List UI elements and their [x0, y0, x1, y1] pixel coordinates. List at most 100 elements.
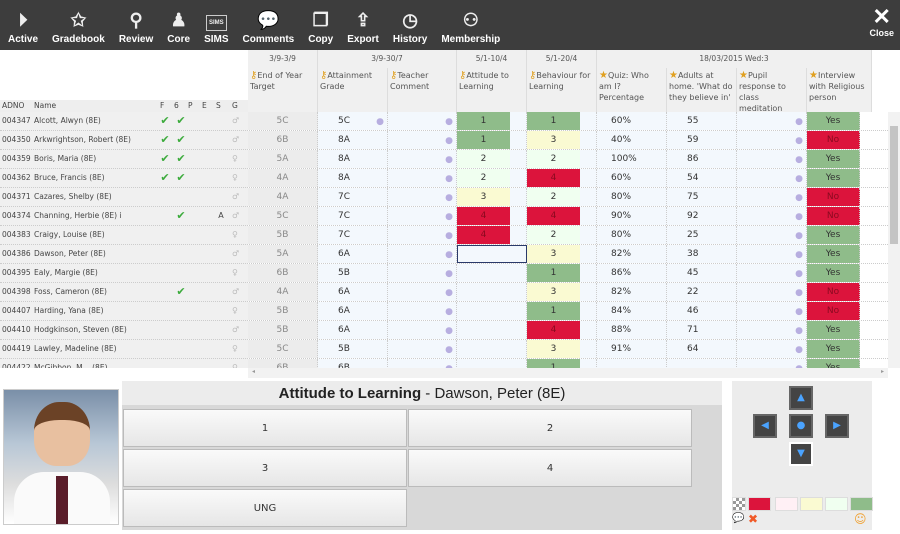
behaviour-cell[interactable]: 4 [527, 169, 597, 187]
toolbar-export-button[interactable]: ⇪ Export [347, 8, 379, 50]
attitude-cell[interactable]: 4 [457, 226, 527, 244]
option-3-button[interactable]: 3 [123, 449, 407, 487]
attitude-cell[interactable]: 4 [457, 207, 527, 225]
interview-cell[interactable]: Yes [807, 340, 860, 358]
attitude-cell[interactable] [457, 264, 527, 282]
meditation-cell[interactable]: ● [737, 283, 807, 301]
table-row[interactable]: 004374 Channing, Herbie (8E) i ✔ A ♂ 5C 7C ● 4… [0, 207, 888, 226]
behaviour-cell[interactable]: 1 [527, 264, 597, 282]
column-header[interactable]: ★Adults at home. 'What do they believe i… [667, 68, 737, 112]
toolbar-gradebook-button[interactable]: ✩ Gradebook [52, 8, 105, 50]
meditation-cell[interactable]: ● [737, 359, 807, 368]
comment-icon[interactable]: ● [795, 265, 803, 283]
attainment-cell[interactable]: 5B [318, 340, 388, 358]
attitude-cell[interactable]: 1 [457, 112, 527, 130]
meditation-cell[interactable]: ● [737, 302, 807, 320]
attitude-cell[interactable]: 2 [457, 150, 527, 168]
comment-icon[interactable]: ● [445, 189, 453, 207]
option-2-button[interactable]: 2 [408, 409, 692, 447]
meditation-cell[interactable]: ● [737, 169, 807, 187]
target-cell[interactable]: 4A [248, 169, 318, 187]
comment-icon[interactable]: ● [445, 151, 453, 169]
quiz-cell[interactable]: 91% [597, 340, 667, 358]
comment-icon[interactable]: ● [795, 360, 803, 368]
adults-cell[interactable]: 54 [667, 169, 737, 187]
meditation-cell[interactable]: ● [737, 207, 807, 225]
column-header[interactable]: ⚷Behaviour for Learning [527, 68, 597, 112]
adults-cell[interactable]: 55 [667, 112, 737, 130]
student-name[interactable]: Bruce, Francis (8E) [34, 169, 105, 187]
attitude-cell[interactable] [457, 283, 527, 301]
comment-icon[interactable]: ● [795, 151, 803, 169]
interview-cell[interactable]: No [807, 302, 860, 320]
comment-icon[interactable]: ● [445, 341, 453, 359]
target-cell[interactable]: 4A [248, 283, 318, 301]
toolbar-core-button[interactable]: ♟ Core [167, 8, 190, 50]
behaviour-cell[interactable]: 1 [527, 302, 597, 320]
adults-cell[interactable]: 92 [667, 207, 737, 225]
attainment-cell[interactable]: 7C [318, 188, 388, 206]
target-cell[interactable]: 5B [248, 321, 318, 339]
attitude-cell[interactable] [457, 245, 527, 263]
table-row[interactable]: 004419 Lawley, Madeline (8E) ♀ 5C 5B ● 3 91% 64… [0, 340, 888, 359]
behaviour-cell[interactable]: 2 [527, 226, 597, 244]
comment-cell[interactable]: ● [388, 302, 457, 320]
adults-cell[interactable] [667, 359, 737, 368]
attainment-cell[interactable]: 8A [318, 131, 388, 149]
behaviour-cell[interactable]: 4 [527, 321, 597, 339]
table-row[interactable]: 004383 Craigy, Louise (8E) ♀ 5B 7C ● 4 2 80% 25 ●… [0, 226, 888, 245]
swatch-red[interactable] [748, 497, 771, 511]
comment-icon[interactable]: ● [445, 170, 453, 188]
behaviour-cell[interactable]: 2 [527, 150, 597, 168]
toolbar-sims-button[interactable]: SIMS SIMS [204, 10, 229, 50]
comment-icon[interactable]: ● [445, 284, 453, 302]
adults-cell[interactable]: 25 [667, 226, 737, 244]
delete-icon[interactable]: ✖ [748, 512, 758, 526]
student-name[interactable]: Alcott, Alwyn (8E) [34, 112, 101, 130]
interview-cell[interactable]: Yes [807, 359, 860, 368]
adults-cell[interactable]: 38 [667, 245, 737, 263]
comment-icon[interactable]: ● [445, 265, 453, 283]
quiz-cell[interactable]: 82% [597, 245, 667, 263]
table-row[interactable]: 004398 Foss, Cameron (8E) ✔ ♂ 4A 6A ● 3 82% 22 ●… [0, 283, 888, 302]
interview-cell[interactable]: No [807, 207, 860, 225]
comment-icon[interactable]: ● [795, 208, 803, 226]
adults-cell[interactable]: 45 [667, 264, 737, 282]
comment-icon[interactable]: ● [445, 246, 453, 264]
table-row[interactable]: 004347 Alcott, Alwyn (8E) ✔ ✔ ♂ 5C 5C ● ● 1 1 60%… [0, 112, 888, 131]
adno-header[interactable]: ADNO [2, 100, 24, 112]
attainment-cell[interactable]: 5B [318, 264, 388, 282]
adults-cell[interactable]: 86 [667, 150, 737, 168]
target-cell[interactable]: 5A [248, 245, 318, 263]
student-name[interactable]: McGibbon, M... (8E) [34, 359, 108, 368]
attainment-cell[interactable]: 8A [318, 150, 388, 168]
meditation-cell[interactable]: ● [737, 321, 807, 339]
comment-cell[interactable]: ● [388, 264, 457, 282]
adults-cell[interactable]: 59 [667, 131, 737, 149]
comment-icon[interactable]: ● [795, 113, 803, 131]
comment-icon[interactable]: ● [795, 132, 803, 150]
student-name[interactable]: Harding, Yana (8E) [34, 302, 104, 320]
interview-cell[interactable]: Yes [807, 150, 860, 168]
student-name[interactable]: Ealy, Margie (8E) [34, 264, 98, 282]
meditation-cell[interactable]: ● [737, 188, 807, 206]
target-cell[interactable]: 6B [248, 359, 318, 368]
comment-icon[interactable]: 💬 [732, 513, 744, 524]
comment-cell[interactable]: ● [388, 359, 457, 368]
behaviour-cell[interactable]: 4 [527, 207, 597, 225]
student-name[interactable]: Dawson, Peter (8E) [34, 245, 106, 263]
comment-icon[interactable]: ● [795, 246, 803, 264]
target-cell[interactable]: 4A [248, 188, 318, 206]
table-row[interactable]: 004395 Ealy, Margie (8E) ♀ 6B 5B ● 1 86% 45 ● Yes [0, 264, 888, 283]
toolbar-review-button[interactable]: ⚲ Review [119, 8, 153, 50]
table-row[interactable]: 004371 Cazares, Shelby (8E) ♂ 4A 7C ● 3 2 80% 75… [0, 188, 888, 207]
smiley-icon[interactable]: ☺ [854, 512, 867, 526]
attitude-cell[interactable] [457, 302, 527, 320]
column-header[interactable]: ⚷Teacher Comment [388, 68, 457, 112]
comment-icon[interactable]: ● [445, 303, 453, 321]
attitude-cell[interactable] [457, 340, 527, 358]
comment-icon[interactable]: ● [795, 189, 803, 207]
attainment-cell[interactable]: 7C [318, 207, 388, 225]
attainment-cell[interactable]: 6A [318, 321, 388, 339]
attitude-cell[interactable] [457, 359, 527, 368]
